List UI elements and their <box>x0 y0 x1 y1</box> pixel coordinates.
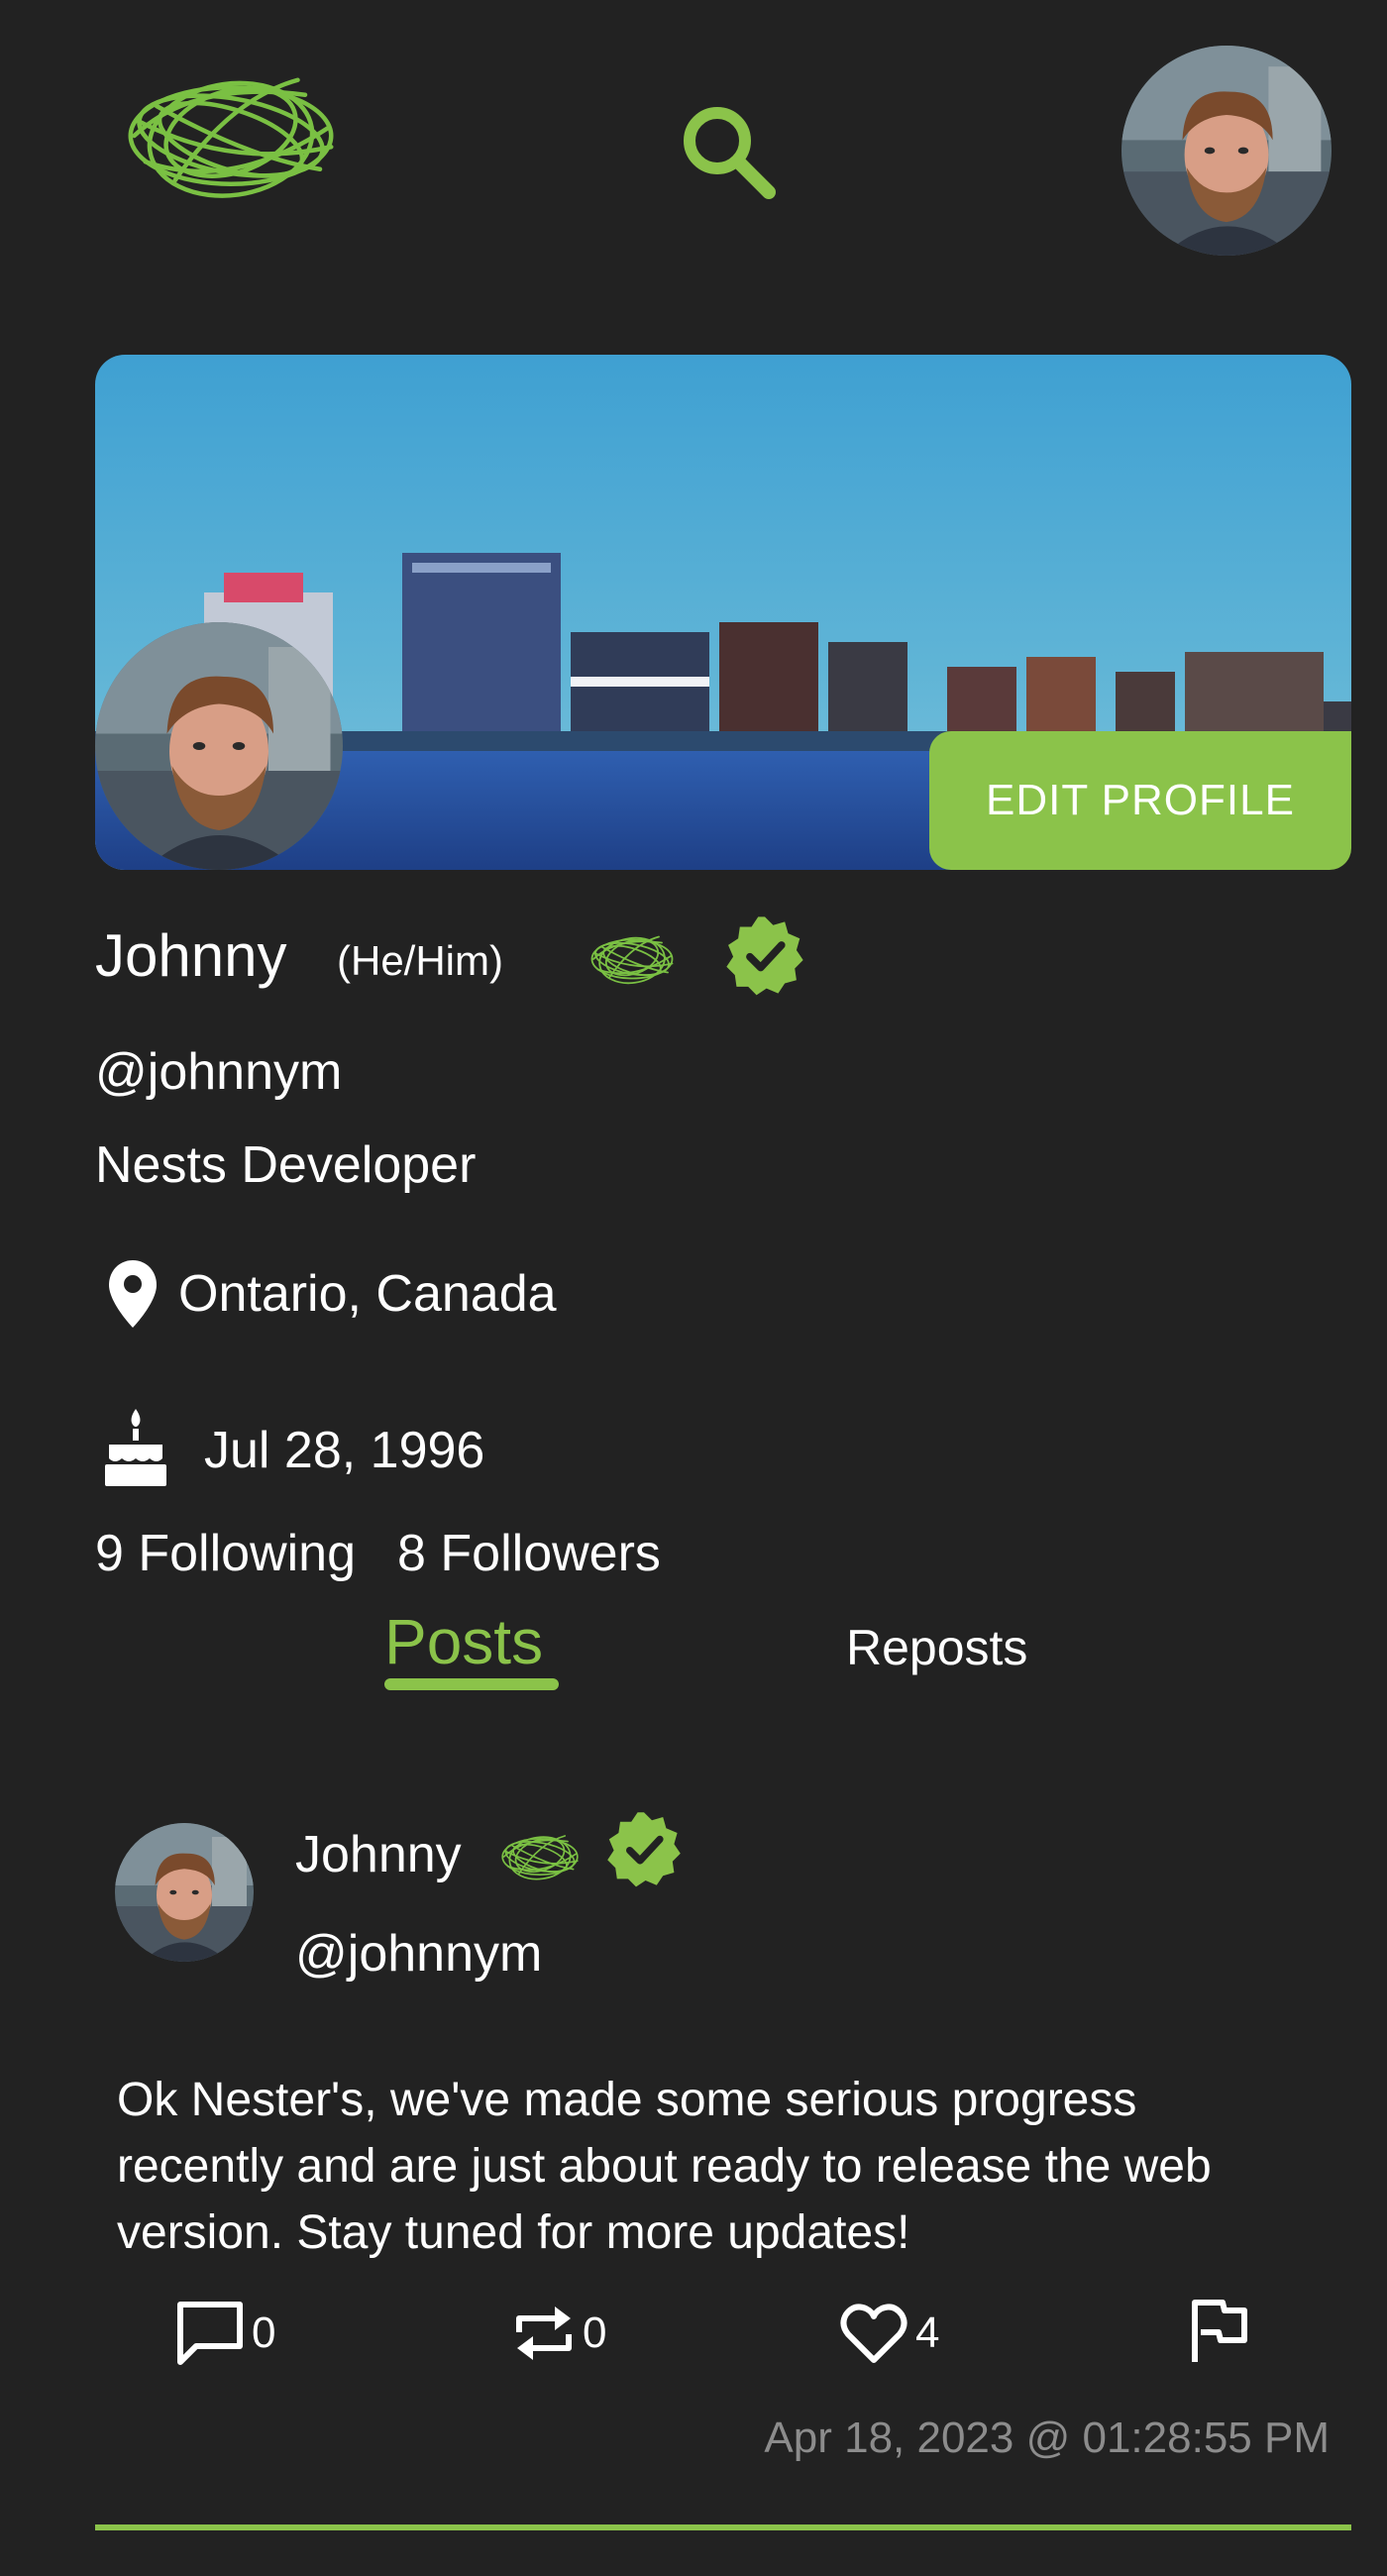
nest-badge-icon <box>495 1829 585 1884</box>
location-pin-icon <box>107 1258 159 1330</box>
comment-count: 0 <box>252 2308 276 2357</box>
comment-button[interactable]: 0 <box>174 2301 275 2366</box>
profile-location: Ontario, Canada <box>178 1265 557 1323</box>
nest-logo-icon[interactable] <box>119 61 343 210</box>
profile-name: Johnny <box>95 922 287 989</box>
nest-badge-icon <box>587 929 678 989</box>
post-author-avatar[interactable] <box>115 1823 254 1962</box>
profile-bio: Nests Developer <box>95 1136 477 1194</box>
heart-icon <box>840 2304 907 2363</box>
edit-profile-button[interactable]: EDIT PROFILE <box>929 731 1351 870</box>
followers-link[interactable]: 8 Followers <box>397 1524 661 1583</box>
post-divider <box>95 2524 1351 2530</box>
profile-handle: @johnnym <box>95 1043 343 1101</box>
following-link[interactable]: 9 Following <box>95 1524 356 1583</box>
flag-icon <box>1192 2300 1247 2362</box>
verified-badge-icon <box>604 1809 684 1888</box>
tab-reposts[interactable]: Reposts <box>846 1619 1027 1676</box>
verified-badge-icon <box>723 913 806 997</box>
post-body: Ok Nester's, we've made some serious pro… <box>117 2074 1212 2259</box>
repost-count: 0 <box>583 2308 607 2357</box>
report-button[interactable] <box>1187 2297 1250 2366</box>
post-author-name[interactable]: Johnny <box>295 1825 462 1884</box>
search-icon[interactable] <box>674 97 783 206</box>
profile-pronouns: (He/Him) <box>337 937 503 984</box>
profile-avatar[interactable] <box>95 622 343 870</box>
comment-icon <box>177 2302 243 2365</box>
active-tab-indicator <box>384 1678 559 1690</box>
header-avatar[interactable] <box>1121 46 1332 256</box>
birthday-cake-icon <box>103 1407 168 1488</box>
tab-posts[interactable]: Posts <box>384 1605 543 1678</box>
like-button[interactable]: 4 <box>838 2301 939 2366</box>
repost-button[interactable]: 0 <box>511 2301 606 2366</box>
repost-icon <box>516 2307 572 2360</box>
profile-birthday: Jul 28, 1996 <box>204 1422 485 1479</box>
post-timestamp: Apr 18, 2023 @ 01:28:55 PM <box>764 2414 1330 2462</box>
post-author-handle: @johnnym <box>295 1925 543 1983</box>
follow-stats: 9 Following 8 Followers <box>95 1524 661 1583</box>
like-count: 4 <box>915 2308 940 2357</box>
